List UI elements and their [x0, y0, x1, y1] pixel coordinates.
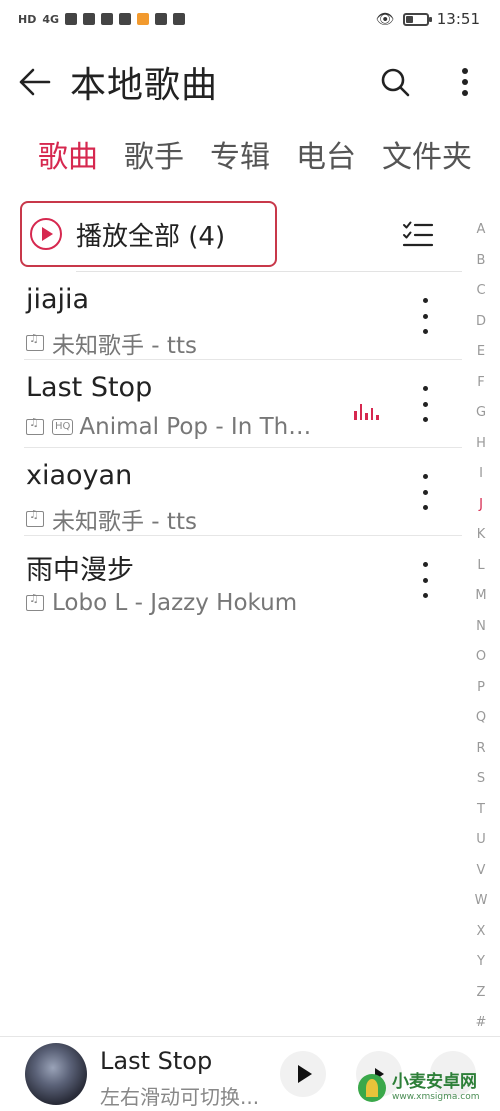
hourglass-icon — [101, 13, 114, 25]
song-title: jiajia — [26, 284, 90, 315]
alphabet-letter[interactable]: X — [468, 924, 494, 955]
search-icon — [381, 68, 410, 97]
wifi-icon — [83, 13, 96, 25]
alphabet-letter[interactable]: B — [468, 253, 494, 284]
tab-radio[interactable]: 电台 — [296, 132, 356, 186]
alphabet-letter[interactable]: G — [468, 405, 494, 436]
song-title: xiaoyan — [26, 460, 133, 491]
multi-select-button[interactable] — [398, 215, 438, 255]
status-bar: HD 4G 👁 13:51 — [0, 0, 500, 38]
local-music-icon — [26, 508, 44, 527]
alphabet-letter[interactable]: W — [468, 893, 494, 924]
signal-label: 4G — [42, 12, 60, 26]
alphabet-letter[interactable]: V — [468, 863, 494, 894]
song-row[interactable]: jiajia 未知歌手 - tts — [0, 272, 462, 360]
song-row[interactable]: 雨中漫步 Lobo L - Jazzy Hokum — [0, 536, 462, 624]
alphabet-letter[interactable]: Y — [468, 954, 494, 985]
alphabet-letter[interactable]: S — [468, 771, 494, 802]
song-title: 雨中漫步 — [26, 555, 134, 586]
alphabet-letter[interactable]: R — [468, 741, 494, 772]
alphabet-letter[interactable]: D — [468, 314, 494, 345]
song-subtitle: 未知歌手 - tts — [26, 502, 346, 536]
local-music-icon — [26, 416, 44, 435]
song-subtitle: Lobo L - Jazzy Hokum — [26, 590, 346, 616]
song-artist-album: Animal Pop - In Th… — [79, 414, 312, 440]
hq-badge: HQ — [52, 419, 74, 435]
player-subtitle: 左右滑动可切换... — [100, 1085, 260, 1109]
song-more-button[interactable] — [412, 386, 438, 422]
now-playing-equalizer-icon — [354, 404, 379, 420]
song-more-button[interactable] — [412, 474, 438, 510]
battery-alert-icon — [173, 13, 186, 25]
alphabet-letter[interactable]: T — [468, 802, 494, 833]
alphabet-letter[interactable]: A — [468, 222, 494, 253]
song-subtitle: HQ Animal Pop - In Th… — [26, 414, 346, 440]
song-more-button[interactable] — [412, 562, 438, 598]
watermark-logo-icon — [358, 1074, 386, 1102]
clock: 13:51 — [436, 10, 480, 28]
alphabet-letter[interactable]: I — [468, 466, 494, 497]
tab-songs[interactable]: 歌曲 — [38, 132, 98, 186]
message-icon — [155, 13, 168, 25]
song-artist-album: 未知歌手 - tts — [52, 509, 197, 535]
alphabet-letter[interactable]: Z — [468, 985, 494, 1016]
local-music-icon — [26, 592, 44, 611]
tab-albums[interactable]: 专辑 — [210, 132, 270, 186]
player-play-button[interactable] — [280, 1051, 326, 1097]
song-row[interactable]: Last Stop HQ Animal Pop - In Th… — [0, 360, 462, 448]
play-circle-icon — [30, 218, 62, 250]
alphabet-letter[interactable]: Q — [468, 710, 494, 741]
play-all-button[interactable]: 播放全部 (4) — [20, 201, 277, 267]
local-music-icon — [26, 332, 44, 351]
alphabet-letter[interactable]: P — [468, 680, 494, 711]
album-art[interactable] — [25, 1043, 87, 1105]
translate-icon — [119, 13, 132, 25]
signal-icon — [65, 13, 78, 25]
play-all-label: 播放全部 (4) — [76, 221, 226, 252]
alphabet-letter[interactable]: N — [468, 619, 494, 650]
alphabet-letter[interactable]: L — [468, 558, 494, 589]
song-artist-album: 未知歌手 - tts — [52, 333, 197, 359]
more-options-button[interactable] — [430, 50, 500, 114]
network-label: HD — [18, 12, 37, 26]
battery-fill — [405, 15, 413, 23]
song-title: Last Stop — [26, 372, 153, 403]
song-subtitle: 未知歌手 - tts — [26, 326, 346, 360]
back-button[interactable] — [0, 50, 70, 114]
checklist-icon — [402, 221, 434, 247]
alphabet-letter[interactable]: C — [468, 283, 494, 314]
alphabet-letter[interactable]: E — [468, 344, 494, 375]
watermark-title: 小麦安卓网 — [392, 1072, 477, 1092]
alphabet-letter[interactable]: M — [468, 588, 494, 619]
status-left: HD 4G — [18, 12, 186, 26]
song-row[interactable]: xiaoyan 未知歌手 - tts — [0, 448, 462, 536]
watermark-url: www.xmsigma.com — [392, 1092, 480, 1102]
watermark-text: 小麦安卓网 www.xmsigma.com — [392, 1073, 479, 1103]
tab-folders[interactable]: 文件夹 — [382, 132, 472, 186]
status-right: 👁 13:51 — [376, 10, 480, 28]
alphabet-letter[interactable]: O — [468, 649, 494, 680]
battery-icon — [402, 12, 432, 26]
eye-comfort-icon: 👁 — [375, 10, 395, 28]
arrow-left-icon — [19, 68, 51, 96]
player-title[interactable]: Last Stop — [100, 1047, 212, 1075]
alphabet-letter[interactable]: K — [468, 527, 494, 558]
song-more-button[interactable] — [412, 298, 438, 334]
more-vertical-icon — [462, 68, 468, 96]
alphabet-letter[interactable]: J — [468, 497, 494, 528]
tab-artists[interactable]: 歌手 — [124, 132, 184, 186]
app-notification-icon — [137, 13, 150, 25]
category-tabs: 歌曲 歌手 专辑 电台 文件夹 — [0, 132, 500, 186]
app-header: 本地歌曲 — [0, 50, 500, 114]
page-title: 本地歌曲 — [70, 65, 219, 106]
song-list: jiajia 未知歌手 - tts Last Stop HQ Animal Po… — [0, 272, 462, 624]
alphabet-index[interactable]: A B C D E F G H I J K L M N O P Q R S T U V W X Y Z # — [468, 222, 494, 1046]
watermark: 小麦安卓网 www.xmsigma.com — [358, 1066, 498, 1110]
alphabet-letter[interactable]: H — [468, 436, 494, 467]
alphabet-letter[interactable]: F — [468, 375, 494, 406]
search-button[interactable] — [360, 50, 430, 114]
alphabet-letter[interactable]: U — [468, 832, 494, 863]
song-artist-album: Lobo L - Jazzy Hokum — [52, 590, 298, 616]
play-icon — [298, 1065, 312, 1083]
